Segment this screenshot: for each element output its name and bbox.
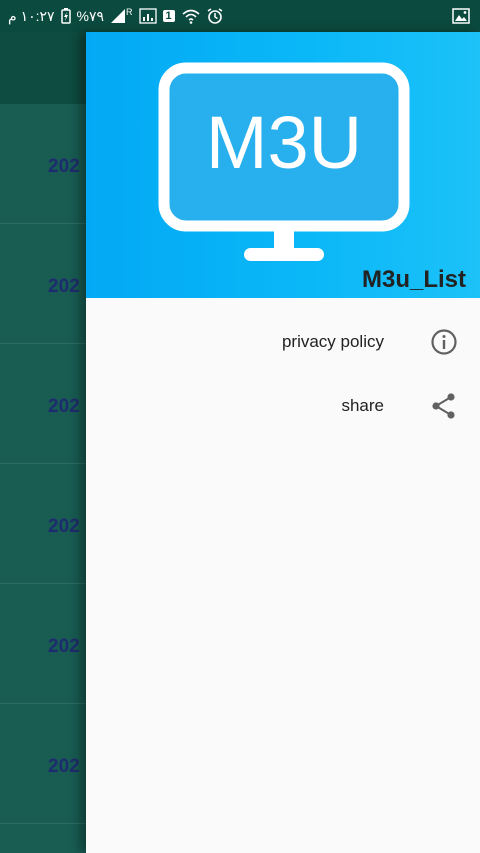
menu-item-label: share [341,396,384,415]
list-item-label: 202 [48,396,80,417]
menu-item-label: privacy policy [281,332,384,351]
info-icon [430,328,458,356]
battery-percent: %٧٩ [76,7,105,24]
drawer-header-title: M3u_List [361,266,466,293]
menu-item-share[interactable]: share [86,375,480,437]
list-item-label: 202 [48,756,80,777]
list-item-label: 202 [48,156,80,177]
list-item-label: 202 [48,516,80,537]
status-time: ١٠:٢٧ م [8,7,55,24]
image-notification-icon [452,8,470,24]
alarm-clock-icon [207,8,223,24]
status-right [452,0,470,32]
list-item-label: 202 [48,636,80,657]
status-indicators: ١٠:٢٧ م %٧٩ R 1 [8,0,223,32]
data-activity-icon [138,8,157,24]
menu-item-privacy-policy[interactable]: privacy policy [86,311,480,373]
wifi-icon [181,8,201,24]
status-bar: ١٠:٢٧ م %٧٩ R 1 [0,0,480,32]
battery-icon [60,8,71,24]
drawer-header: M3U M3u_List [86,32,480,298]
logo-text: M3U [206,101,362,184]
navigation-drawer: M3U M3u_List privacy policy share [86,32,480,853]
share-icon [430,392,458,420]
sim-badge: 1 [162,10,175,22]
list-item-label: 202 [48,276,80,297]
signal-icon [110,8,126,24]
roaming-indicator: R [126,7,133,17]
m3u-tv-logo: M3U [158,62,410,261]
